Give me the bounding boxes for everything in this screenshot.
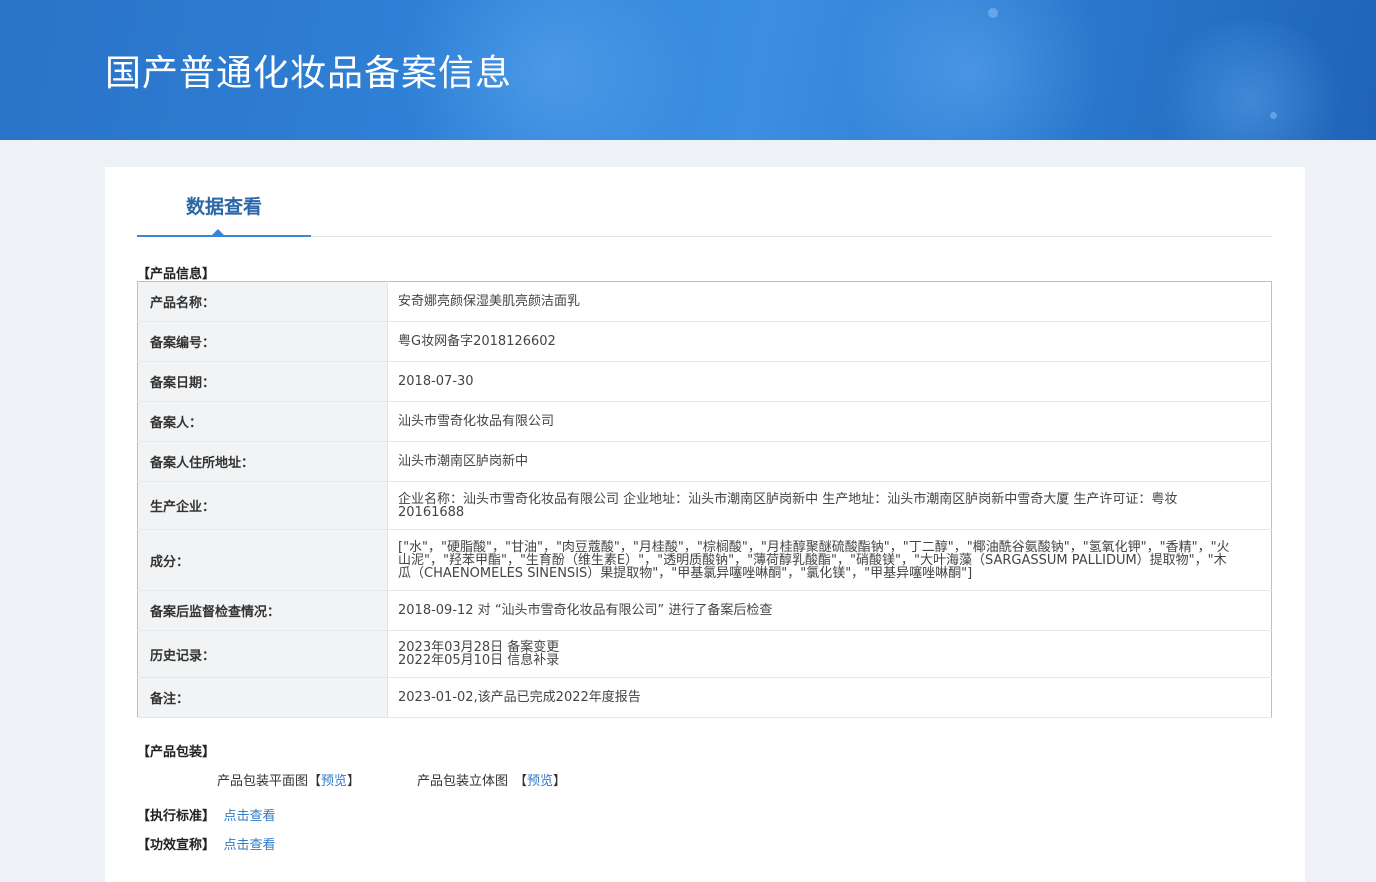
row-value-history: 2023年03月28日 备案变更 2022年05月10日 信息补录 (387, 630, 1272, 678)
table-row: 备注： 2023-01-02,该产品已完成2022年度报告 (137, 677, 1272, 718)
banner-dot (1270, 112, 1277, 119)
row-label-filer-address: 备案人住所地址： (137, 441, 388, 482)
row-value-manufacturer: 企业名称：汕头市雪奇化妆品有限公司 企业地址：汕头市潮南区胪岗新中 生产地址：汕… (387, 481, 1272, 530)
bracket-close: 】 (553, 774, 567, 789)
section-title-packaging: 【产品包装】 (137, 745, 216, 760)
standard-title: 【执行标准】 (137, 809, 216, 824)
row-value-remarks: 2023-01-02,该产品已完成2022年度报告 (387, 677, 1272, 718)
row-label-manufacturer: 生产企业： (137, 481, 388, 530)
row-value-filer-address: 汕头市潮南区胪岗新中 (387, 441, 1272, 482)
standard-view-link[interactable]: 点击查看 (224, 809, 276, 824)
row-label-product-name: 产品名称： (137, 281, 388, 322)
row-value-filer: 汕头市雪奇化妆品有限公司 (387, 401, 1272, 442)
bracket-open: 【 (308, 774, 322, 789)
section-title-efficacy: 【功效宣称】 点击查看 (137, 834, 276, 853)
header-banner: 国产普通化妆品备案信息 (0, 0, 1376, 140)
content-card: 数据查看 【产品信息】 产品名称： 安奇娜亮颜保湿美肌亮颜洁面乳 备案编号： 粤… (105, 167, 1305, 882)
banner-decoration (820, 0, 1120, 140)
section-title-standard: 【执行标准】 点击查看 (137, 805, 276, 824)
tab-label: 数据查看 (185, 196, 262, 218)
table-row: 备案人： 汕头市雪奇化妆品有限公司 (137, 401, 1272, 442)
table-row: 成分： ["水"，"硬脂酸"，"甘油"，"肉豆蔻酸"，"月桂酸"，"棕榈酸"，"… (137, 529, 1272, 591)
row-label-filing-date: 备案日期： (137, 361, 388, 402)
efficacy-view-link[interactable]: 点击查看 (224, 838, 276, 853)
row-label-remarks: 备注： (137, 677, 388, 718)
table-row: 备案编号： 粤G妆网备字2018126602 (137, 321, 1272, 362)
row-value-filing-number: 粤G妆网备字2018126602 (387, 321, 1272, 362)
row-label-filing-number: 备案编号： (137, 321, 388, 362)
bracket-open: 【 (514, 774, 528, 789)
table-row: 产品名称： 安奇娜亮颜保湿美肌亮颜洁面乳 (137, 281, 1272, 322)
tab-bar: 数据查看 (137, 167, 1272, 237)
packaging-flat-preview-link[interactable]: 预览 (321, 774, 347, 789)
packaging-flat-row: 产品包装平面图【预览】 (217, 770, 360, 789)
table-row: 备案后监督检查情况： 2018-09-12 对 “汕头市雪奇化妆品有限公司” 进… (137, 590, 1272, 631)
section-title-product-info: 【产品信息】 (137, 267, 216, 282)
tab-data-view[interactable]: 数据查看 (137, 167, 311, 237)
row-label-history: 历史记录： (137, 630, 388, 678)
efficacy-title: 【功效宣称】 (137, 838, 216, 853)
table-row: 备案日期： 2018-07-30 (137, 361, 1272, 402)
packaging-stereo-row: 产品包装立体图 【预览】 (417, 770, 566, 789)
table-row: 历史记录： 2023年03月28日 备案变更 2022年05月10日 信息补录 (137, 630, 1272, 678)
row-value-inspection: 2018-09-12 对 “汕头市雪奇化妆品有限公司” 进行了备案后检查 (387, 590, 1272, 631)
page-title: 国产普通化妆品备案信息 (105, 53, 513, 94)
banner-decoration (1150, 20, 1350, 140)
bracket-close: 】 (347, 774, 361, 789)
row-label-filer: 备案人： (137, 401, 388, 442)
row-value-filing-date: 2018-07-30 (387, 361, 1272, 402)
row-value-ingredients: ["水"，"硬脂酸"，"甘油"，"肉豆蔻酸"，"月桂酸"，"棕榈酸"，"月桂醇聚… (387, 529, 1272, 591)
packaging-stereo-label: 产品包装立体图 (417, 774, 509, 789)
packaging-stereo-preview-link[interactable]: 预览 (527, 774, 553, 789)
row-value-product-name: 安奇娜亮颜保湿美肌亮颜洁面乳 (387, 281, 1272, 322)
table-row: 备案人住所地址： 汕头市潮南区胪岗新中 (137, 441, 1272, 482)
product-info-table: 产品名称： 安奇娜亮颜保湿美肌亮颜洁面乳 备案编号： 粤G妆网备字2018126… (137, 281, 1272, 718)
tab-active-caret (212, 229, 224, 235)
row-label-inspection: 备案后监督检查情况： (137, 590, 388, 631)
row-label-ingredients: 成分： (137, 529, 388, 591)
packaging-flat-label: 产品包装平面图 (217, 774, 309, 789)
banner-dot (988, 8, 998, 18)
table-row: 生产企业： 企业名称：汕头市雪奇化妆品有限公司 企业地址：汕头市潮南区胪岗新中 … (137, 481, 1272, 530)
